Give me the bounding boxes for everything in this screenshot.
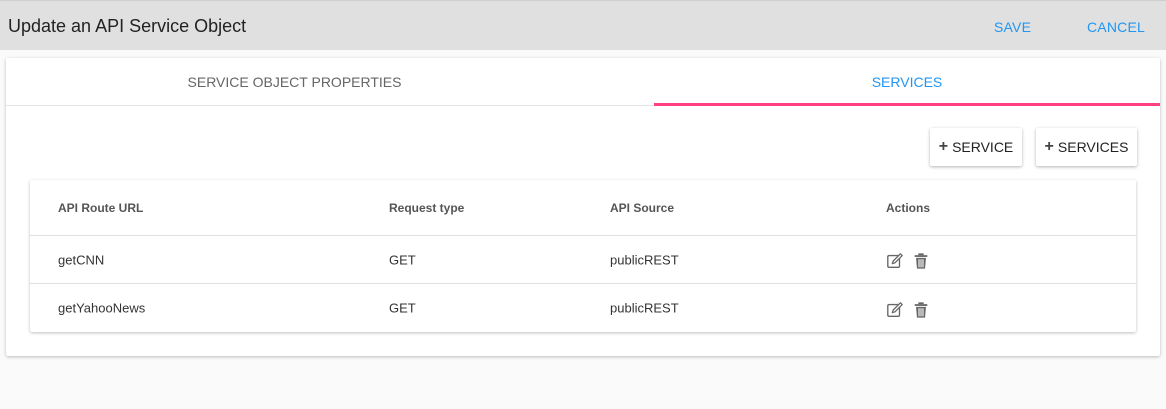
delete-icon[interactable] [912,252,930,270]
edit-icon[interactable] [886,252,904,270]
table-row: getYahooNews GET publicREST [30,284,1136,332]
active-tab-indicator [654,103,1160,106]
delete-icon[interactable] [912,301,930,319]
tab-services[interactable]: SERVICES [654,58,1160,106]
table-row: getCNN GET publicREST [30,236,1136,284]
save-button[interactable]: SAVE [994,19,1031,35]
api-route-url-cell: getYahooNews [58,300,146,316]
row-actions [886,301,930,319]
content-card: SERVICE OBJECT PROPERTIES SERVICES + SER… [6,58,1160,356]
plus-icon: + [938,138,949,155]
services-table: API Route URL Request type API Source Ac… [30,180,1136,332]
add-service-label: SERVICE [952,139,1014,155]
column-header-actions: Actions [886,200,931,215]
page-title: Update an API Service Object [8,16,247,36]
add-service-button[interactable]: + SERVICE [930,128,1022,166]
request-type-cell: GET [389,252,416,267]
edit-icon[interactable] [886,301,904,319]
column-header-request-type: Request type [389,200,465,215]
api-source-cell: publicREST [610,300,679,316]
api-route-url-cell: getCNN [58,252,105,267]
top-bar: Update an API Service Object SAVE CANCEL [0,0,1166,50]
tab-service-object-properties[interactable]: SERVICE OBJECT PROPERTIES [6,58,583,106]
api-source-cell: publicREST [610,252,679,267]
column-header-api-source: API Source [610,200,675,215]
add-services-label: SERVICES [1057,139,1129,155]
row-actions [886,252,930,270]
tab-bar: SERVICE OBJECT PROPERTIES SERVICES [6,58,1160,106]
column-header-api-route-url: API Route URL [58,200,144,215]
add-services-button[interactable]: + SERVICES [1036,128,1137,166]
plus-icon: + [1044,138,1054,155]
table-header-row: API Route URL Request type API Source Ac… [30,180,1136,236]
request-type-cell: GET [389,300,416,316]
cancel-button[interactable]: CANCEL [1087,19,1145,35]
